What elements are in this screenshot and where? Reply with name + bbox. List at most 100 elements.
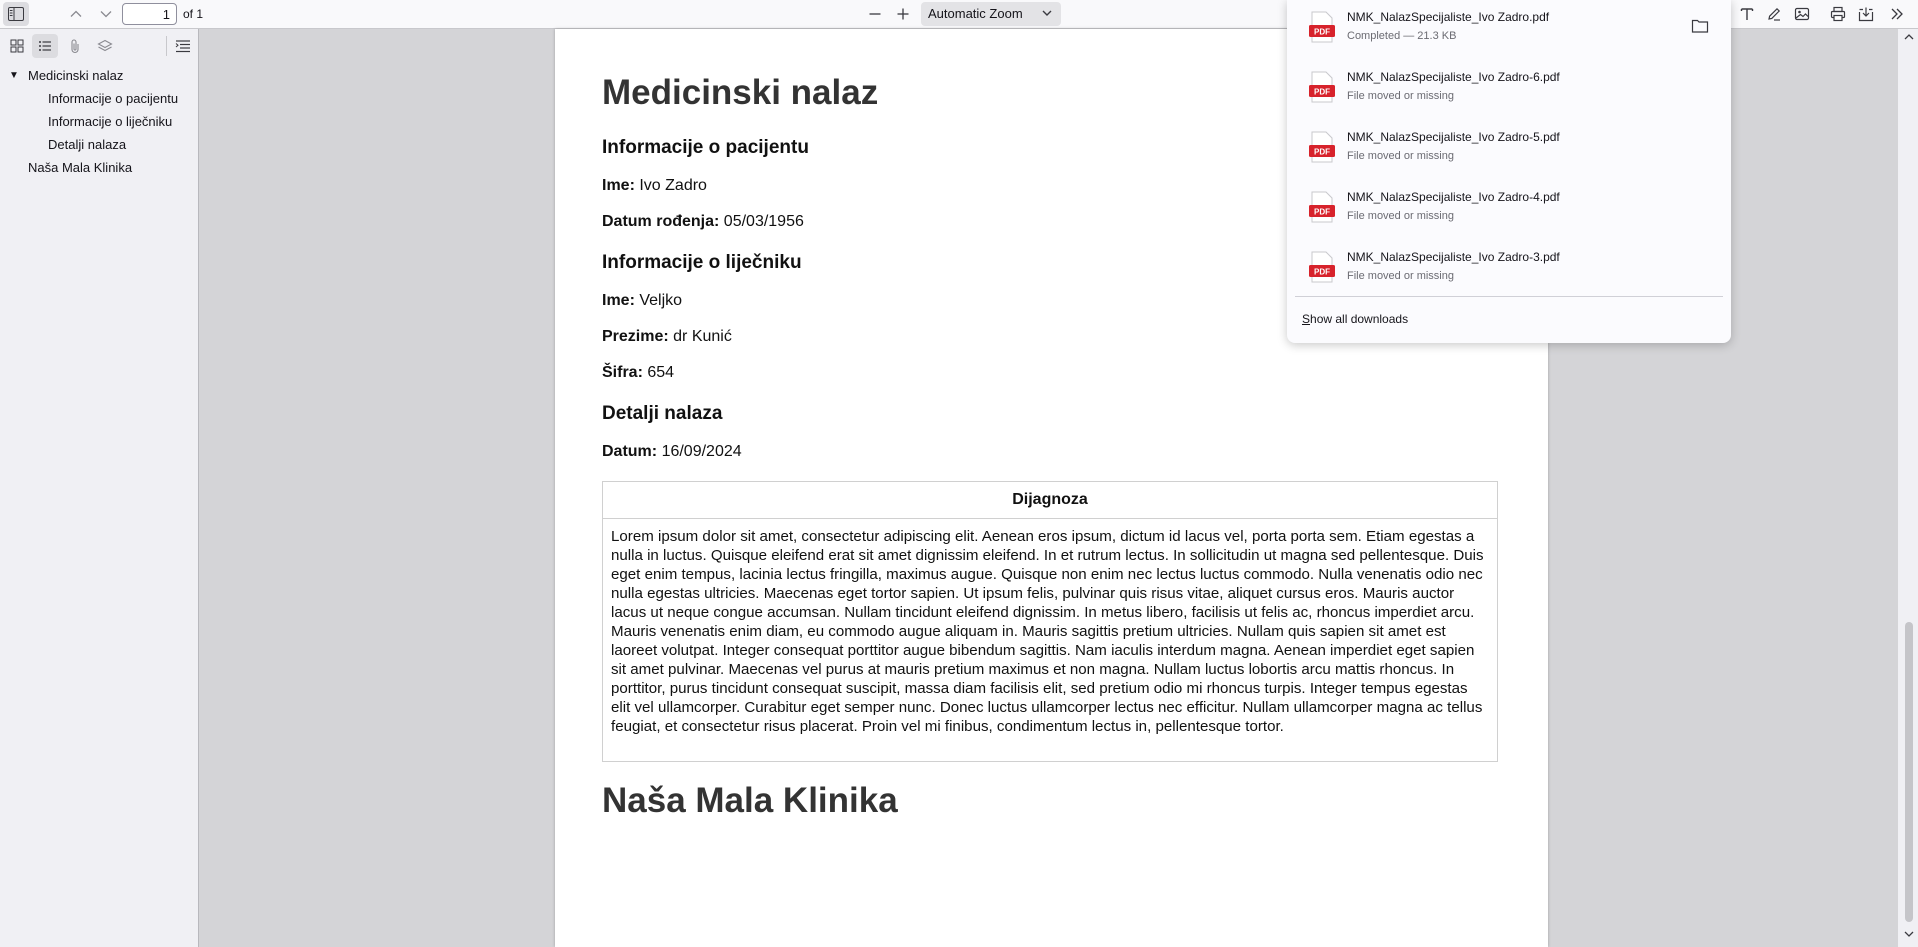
outline-tab[interactable]: [32, 34, 58, 58]
next-page-button[interactable]: [93, 2, 119, 26]
add-text-button[interactable]: [1734, 2, 1760, 26]
chevron-down-icon: [100, 11, 112, 18]
download-status: File moved or missing: [1347, 90, 1454, 102]
tools-menu-button[interactable]: [1884, 2, 1910, 26]
page-number-input[interactable]: [122, 3, 177, 25]
patient-heading: Informacije o pacijentu: [602, 137, 809, 158]
download-filename: NMK_NalazSpecijaliste_Ivo Zadro-5.pdf: [1347, 130, 1560, 144]
dob-value: 05/03/1956: [723, 213, 804, 230]
sidebar-tabs: [0, 29, 199, 63]
doctor-name-label: Ime:: [602, 292, 635, 309]
patient-name-label: Ime:: [602, 177, 635, 194]
diagnosis-table: Dijagnoza Lorem ipsum dolor sit amet, co…: [602, 481, 1498, 762]
code-label: Šifra:: [602, 364, 643, 381]
draw-button[interactable]: [1761, 2, 1787, 26]
pdf-file-icon: PDF: [1309, 71, 1335, 103]
download-status: File moved or missing: [1347, 210, 1454, 222]
thumbnails-tab[interactable]: [4, 34, 30, 58]
zoom-out-button[interactable]: [862, 2, 888, 26]
pencil-icon: [1768, 7, 1781, 21]
downloads-panel: PDF NMK_NalazSpecijaliste_Ivo Zadro.pdf …: [1287, 0, 1731, 343]
doctor-name-value: Veljko: [639, 292, 683, 309]
save-button[interactable]: [1853, 2, 1879, 26]
download-status: File moved or missing: [1347, 150, 1454, 162]
save-icon: [1858, 7, 1874, 22]
document-title: Medicinski nalaz: [602, 73, 879, 112]
pdf-icon-label: PDF: [1314, 88, 1330, 97]
outline-item-detalji-nalaza[interactable]: Detalji nalaza: [48, 136, 126, 154]
zoom-select[interactable]: Automatic Zoom: [921, 2, 1061, 26]
download-filename: NMK_NalazSpecijaliste_Ivo Zadro-4.pdf: [1347, 190, 1560, 204]
pdf-icon-label: PDF: [1314, 148, 1330, 157]
outline-item-informacije-o-pacijentu[interactable]: Informacije o pacijentu: [48, 90, 178, 108]
pdf-file-icon: PDF: [1309, 131, 1335, 163]
outline-item-medicinski-nalaz[interactable]: Medicinski nalaz: [28, 67, 123, 85]
scroll-up-icon[interactable]: [1904, 33, 1914, 41]
download-item[interactable]: PDF NMK_NalazSpecijaliste_Ivo Zadro-3.pd…: [1295, 240, 1723, 298]
list-icon: [39, 41, 51, 51]
doctor-heading: Informacije o liječniku: [602, 252, 802, 273]
folder-icon[interactable]: [1691, 18, 1709, 34]
grid-icon: [10, 39, 24, 53]
previous-page-button[interactable]: [63, 2, 89, 26]
scrollbar-thumb[interactable]: [1905, 622, 1913, 922]
patient-name-field: Ime: Ivo Zadro: [602, 177, 707, 195]
sidebar-toggle-icon: [8, 7, 24, 21]
doctor-name-field: Ime: Veljko: [602, 292, 682, 310]
minus-icon: [869, 13, 881, 15]
layers-icon: [97, 39, 113, 52]
dob-label: Datum rođenja:: [602, 213, 720, 230]
add-image-button[interactable]: [1789, 2, 1815, 26]
downloads-separator: [1295, 296, 1723, 297]
print-icon: [1830, 6, 1846, 22]
clinic-name: Naša Mala Klinika: [602, 781, 898, 820]
outline-options-icon: [175, 40, 190, 53]
layers-tab[interactable]: [92, 34, 118, 58]
text-icon: [1740, 8, 1754, 20]
date-value: 16/09/2024: [661, 443, 742, 460]
image-icon: [1794, 7, 1810, 21]
dob-field: Datum rođenja: 05/03/1956: [602, 213, 804, 231]
download-status: File moved or missing: [1347, 270, 1454, 282]
page-count: of 1: [183, 7, 204, 21]
print-button[interactable]: [1825, 2, 1851, 26]
diagnosis-header: Dijagnoza: [603, 482, 1497, 519]
code-value: 654: [647, 364, 675, 381]
download-filename: NMK_NalazSpecijaliste_Ivo Zadro-3.pdf: [1347, 250, 1560, 264]
show-all-downloads-label: Show all downloads: [1302, 312, 1409, 326]
zoom-select-value: Automatic Zoom: [928, 6, 1023, 21]
sidebar: ▼ Medicinski nalaz Informacije o pacijen…: [0, 29, 199, 947]
double-chevron-right-icon: [1891, 8, 1903, 20]
show-all-downloads-link[interactable]: Show all downloads: [1302, 312, 1408, 326]
chevron-down-icon: [1042, 10, 1052, 16]
details-heading: Detalji nalaza: [602, 403, 723, 424]
tab-separator: [166, 36, 167, 56]
attachments-tab[interactable]: [62, 34, 88, 58]
download-item[interactable]: PDF NMK_NalazSpecijaliste_Ivo Zadro.pdf …: [1295, 0, 1723, 58]
download-item[interactable]: PDF NMK_NalazSpecijaliste_Ivo Zadro-6.pd…: [1295, 60, 1723, 118]
date-field: Datum: 16/09/2024: [602, 443, 742, 461]
download-status: Completed — 21.3 KB: [1347, 30, 1457, 42]
date-label: Datum:: [602, 443, 658, 460]
paperclip-icon: [71, 39, 79, 53]
sidebar-toggle-button[interactable]: [3, 2, 29, 26]
doctor-surname-label: Prezime:: [602, 328, 669, 345]
outline-item-nasa-mala-klinika[interactable]: Naša Mala Klinika: [28, 159, 132, 177]
download-item[interactable]: PDF NMK_NalazSpecijaliste_Ivo Zadro-5.pd…: [1295, 120, 1723, 178]
plus-icon: [897, 8, 909, 20]
pdf-icon-label: PDF: [1314, 268, 1330, 277]
download-item[interactable]: PDF NMK_NalazSpecijaliste_Ivo Zadro-4.pd…: [1295, 180, 1723, 238]
patient-name-value: Ivo Zadro: [639, 177, 707, 194]
outline-expand-toggle[interactable]: ▼: [9, 67, 19, 85]
pdf-file-icon: PDF: [1309, 251, 1335, 283]
download-filename: NMK_NalazSpecijaliste_Ivo Zadro-6.pdf: [1347, 70, 1560, 84]
pdf-file-icon: PDF: [1309, 191, 1335, 223]
pdf-icon-label: PDF: [1314, 28, 1330, 37]
outline-item-informacije-o-lijecniku[interactable]: Informacije o liječniku: [48, 113, 172, 131]
doctor-surname-field: Prezime: dr Kunić: [602, 328, 732, 346]
download-filename: NMK_NalazSpecijaliste_Ivo Zadro.pdf: [1347, 10, 1550, 24]
zoom-in-button[interactable]: [890, 2, 916, 26]
doctor-surname-value: dr Kunić: [673, 328, 732, 345]
outline-options-button[interactable]: [170, 34, 196, 58]
scroll-down-icon[interactable]: [1904, 930, 1914, 938]
